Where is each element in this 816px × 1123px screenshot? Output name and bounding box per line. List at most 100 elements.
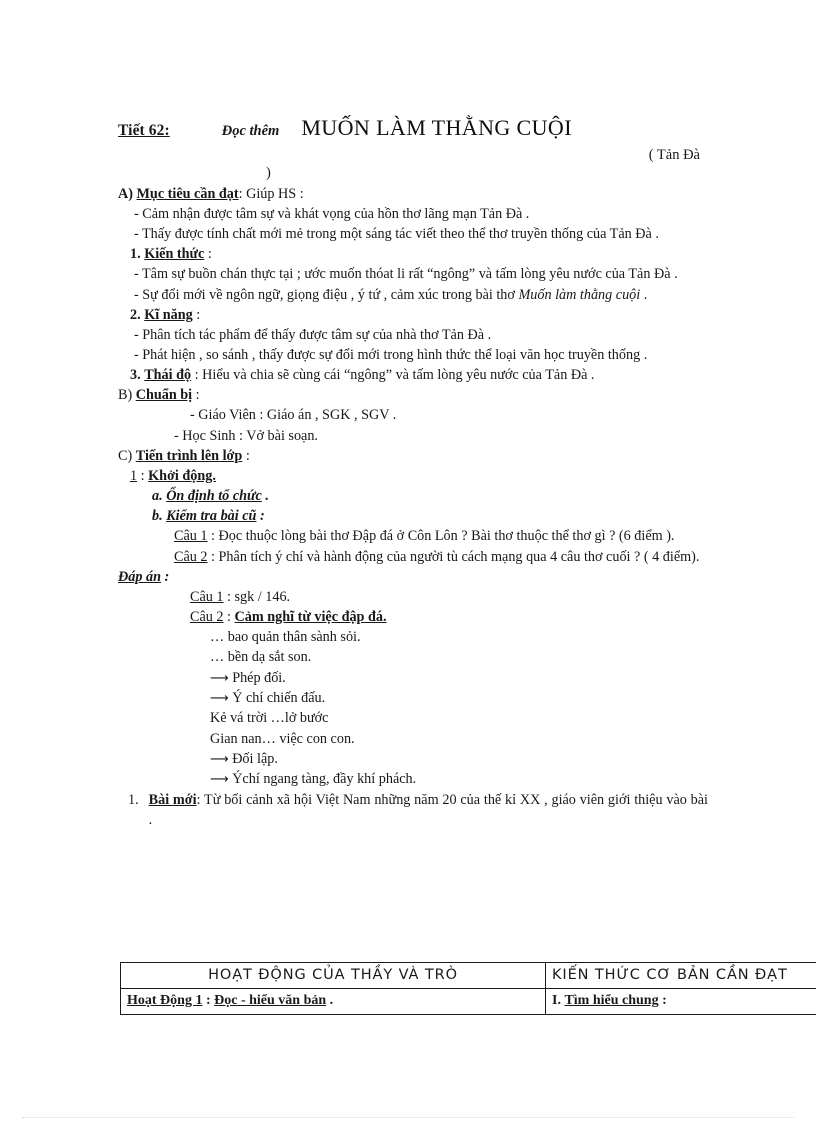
answer-plain-2: Gian nan… việc con con. [210,730,355,747]
section-a3-title: Thái độ [144,367,192,384]
answer-arrow-3: ⟶ Đối lập. [118,749,708,769]
table-header-row: HOẠT ĐỘNG CỦA THẦY VÀ TRÒ KIẾN THỨC CƠ B… [120,962,816,989]
section-c1-title: Khởi động. [148,467,216,484]
new-lesson-block: 1. Bài mới: Từ bối cảnh xã hội Việt Nam … [118,790,708,830]
answer-arrow-4: ⟶ Ýchí ngang tàng, đầy khí phách. [118,769,708,789]
section-a1-bullet-2: - Sự đổi mới về ngôn ngữ, giọng điệu , ý… [118,285,708,305]
answer-arrow-4-text: Ýchí ngang tàng, đầy khí phách. [232,771,417,788]
question-2-label: Câu 2 [174,548,208,565]
section-c1-heading: 1 : Khởi động. [118,466,708,486]
section-a-letter: A) [118,185,133,202]
answer-2-label: Câu 2 [190,609,224,626]
section-a3-heading: 3. Thái độ : Hiểu và chia sẽ cùng cái “n… [118,365,708,385]
section-a2-bullet-2: - Phát hiện , so sánh , thấy được sự đổi… [134,347,648,363]
section-a1-heading: 1. Kiến thức : [118,244,708,264]
activities-table: HOẠT ĐỘNG CỦA THẦY VÀ TRÒ KIẾN THỨC CƠ B… [120,962,816,1015]
knowledge-1-number: I. [552,992,561,1008]
answer-arrow-3-text: Đối lập. [232,750,278,767]
question-2: Câu 2 : Phân tích ý chí và hành động của… [118,547,708,567]
answer-arrow-2: ⟶ Ý chí chiến đấu. [118,688,708,708]
section-b-letter: B) [118,387,133,404]
answers-heading: Đáp án : [118,567,708,587]
section-b-bullet-1: - Giáo Viên : Giáo án , SGK , SGV . [190,407,397,424]
question-1-label: Câu 1 [174,528,208,545]
arrow-right-icon: ⟶ [210,751,229,767]
section-c1a-title: Ổn định tổ chức [166,488,262,505]
answer-1: Câu 1 : sgk / 146. [118,587,708,607]
knowledge-1-title: Tìm hiểu chung [564,992,659,1008]
section-a1-bullet-1: - Tâm sự buồn chán thực tại ; ước muốn t… [134,266,678,283]
table-cell-knowledge-1: I. Tìm hiểu chung : [545,988,816,1015]
section-a2-title: Kĩ năng [144,306,193,323]
section-a1-number: 1. [130,246,141,263]
section-c1b-title: Kiểm tra bài cũ [166,508,257,525]
answers-rest: : [164,568,170,585]
new-lesson-number: 1. [128,791,139,808]
section-a1-bullet-2-pre: - Sự đổi mới về ngôn ngữ, giọng điệu , ý… [134,286,519,303]
answer-1-text: : sgk / 146. [227,588,291,605]
arrow-right-icon: ⟶ [210,670,229,686]
new-lesson-text: : Từ bối cảnh xã hội Việt Nam những năm … [148,791,708,828]
section-a-bullet-1: - Cảm nhận được tâm sự và khát vọng của … [134,205,530,222]
section-a2-rest: : [196,306,201,323]
section-a2-bullet-1: - Phân tích tác phẩm để thấy được tâm sự… [134,326,492,343]
answer-2-sep: : [227,609,235,626]
answer-arrow-1: ⟶ Phép đối. [118,668,708,688]
section-b-bullet-2: - Học Sinh : Vở bài soạn. [174,427,318,444]
document-page: Tiết 62: Đọc thêm MUỐN LÀM THẰNG CUỘI ( … [0,0,816,1123]
section-a-rest: : Giúp HS : [238,185,304,202]
poem-title-emphasis: Muốn làm thằng cuội [518,286,641,303]
section-c-letter: C) [118,447,133,464]
section-c1a-label: a. [152,488,163,505]
page-title: MUỐN LÀM THẰNG CUỘI [301,115,572,140]
section-c1b-label: b. [152,508,163,525]
question-1: Câu 1 : Đọc thuộc lòng bài thơ Đập đá ở … [118,526,708,546]
new-lesson-title: Bài mới [148,791,197,808]
answers-title: Đáp án [118,568,161,585]
table-cell-activity-1: Hoạt Động 1 : Đọc - hiểu văn bản . [120,988,546,1015]
section-c-heading: C) Tiến trình lên lớp : [118,446,708,466]
answer-detail-1: … bao quản thân sành sỏi. [210,629,361,646]
section-a-bullet-2: - Thấy được tính chất mới mẻ trong một s… [134,226,659,243]
section-a2-heading: 2. Kĩ năng : [118,305,708,325]
answer-2: Câu 2 : Cảm nghĩ từ việc đập đá. [118,607,708,627]
answer-detail-2: … bền dạ sắt son. [210,649,312,666]
activity-1-sep: : [202,992,215,1008]
section-a3-rest: : Hiểu và chia sẽ cùng cái “ngông” và tấ… [194,367,595,384]
arrow-right-icon: ⟶ [210,772,229,788]
section-c-rest: : [245,447,250,464]
answer-plain-1: Kẻ vá trời …lở bước [210,710,329,727]
section-b-title: Chuẩn bị [135,387,193,404]
answer-arrow-2-text: Ý chí chiến đấu. [232,689,326,706]
new-lesson-body: Bài mới: Từ bối cảnh xã hội Việt Nam nhữ… [149,790,708,830]
table-row: Hoạt Động 1 : Đọc - hiểu văn bản . I. Tì… [120,988,816,1015]
section-c-title: Tiến trình lên lớp [135,447,243,464]
section-c1-rest: : [140,467,145,484]
author-line: ( Tản Đà [648,147,700,164]
table-header-knowledge: KIẾN THỨC CƠ BẢN CẦN ĐẠT [545,962,816,989]
section-a3-number: 3. [130,367,141,384]
section-a-heading: A) Mục tiêu cần đạt: Giúp HS : [118,184,708,204]
section-b-rest: : [195,387,200,404]
activity-1-title: Đọc - hiểu văn bản [214,992,327,1008]
section-c1b-rest: : [260,508,265,525]
arrow-right-icon: ⟶ [210,690,229,706]
question-2-text: : Phân tích ý chí và hành động của người… [211,548,700,565]
section-a1-bullet-2-post: . [640,286,648,303]
section-c1a-rest: . [265,488,269,505]
question-1-text: : Đọc thuộc lòng bài thơ Đập đá ở Côn Lô… [211,528,675,545]
activity-1-label: Hoạt Động 1 [127,992,203,1008]
section-b-heading: B) Chuẩn bị : [118,385,708,405]
reading-type-label: Đọc thêm [221,123,280,139]
section-c1-number: 1 [130,467,138,484]
knowledge-1-rest: : [658,992,667,1008]
table-header-activities: HOẠT ĐỘNG CỦA THẦY VÀ TRÒ [120,962,546,989]
section-a1-rest: : [207,246,212,263]
section-a1-title: Kiến thức [144,246,205,263]
section-c1a-heading: a. Ổn định tổ chức . [118,486,708,506]
section-c1b-heading: b. Kiểm tra bài cũ : [118,506,708,526]
activity-1-tail: . [326,992,334,1008]
answer-2-text: Cảm nghĩ từ việc đập đá. [234,609,387,626]
lesson-number-label: Tiết 62: [118,122,170,139]
footer-divider [22,1117,794,1118]
